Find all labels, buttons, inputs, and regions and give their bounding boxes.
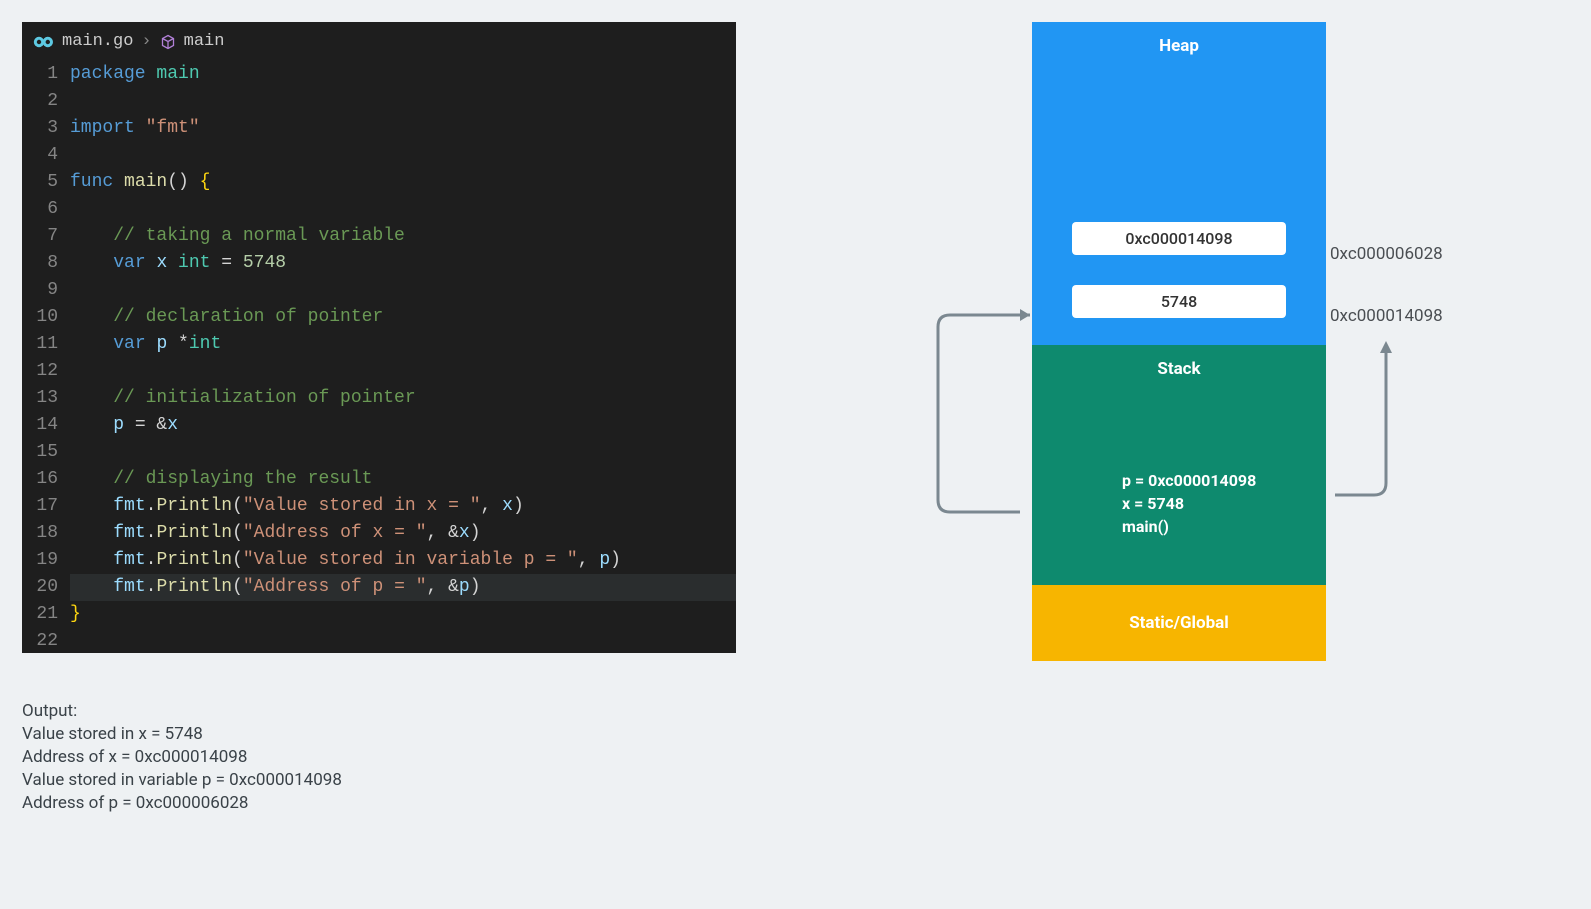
code-line: fmt.Println("Address of p = ", &p) [70,574,736,601]
code-line [70,277,736,304]
code-line: import "fmt" [70,115,736,142]
code-body: 12345678910111213141516171819202122 pack… [22,61,736,655]
breadcrumb-file: main.go [62,28,133,55]
output-line: Address of p = 0xc000006028 [22,792,342,815]
breadcrumb-symbol: main [184,28,225,55]
static-title: Static/Global [1129,613,1229,633]
heap-box-x: 5748 [1072,285,1286,318]
output-line: Value stored in variable p = 0xc00001409… [22,769,342,792]
code-line: // taking a normal variable [70,223,736,250]
line-number: 14 [22,412,58,439]
line-number: 4 [22,142,58,169]
line-number: 17 [22,493,58,520]
output-line: Address of x = 0xc000014098 [22,746,342,769]
line-number: 3 [22,115,58,142]
stack-title: Stack [1032,345,1326,379]
code-line [70,196,736,223]
symbol-box-icon [160,34,176,50]
line-number: 19 [22,547,58,574]
output-header: Output: [22,700,342,723]
breadcrumb: main.go › main [22,22,736,61]
static-section: Static/Global [1032,585,1326,661]
line-number: 18 [22,520,58,547]
stack-func: main() [1122,515,1256,538]
code-source: package main import "fmt" func main() { //… [70,61,736,655]
stack-var-p: p = 0xc000014098 [1122,469,1256,492]
stack-section: Stack p = 0xc000014098 x = 5748 main() [1032,345,1326,585]
code-line: } [70,601,736,628]
line-number: 13 [22,385,58,412]
line-number: 5 [22,169,58,196]
line-number: 11 [22,331,58,358]
code-line: p = &x [70,412,736,439]
code-line: var p *int [70,331,736,358]
code-line: // displaying the result [70,466,736,493]
stack-var-x: x = 5748 [1122,492,1256,515]
line-number: 2 [22,88,58,115]
code-line [70,628,736,655]
code-line [70,142,736,169]
line-number: 22 [22,628,58,655]
line-number: 20 [22,574,58,601]
code-line: var x int = 5748 [70,250,736,277]
stack-frame: p = 0xc000014098 x = 5748 main() [1122,469,1256,538]
line-number: 6 [22,196,58,223]
line-number: 9 [22,277,58,304]
code-line: // declaration of pointer [70,304,736,331]
line-number: 7 [22,223,58,250]
line-number: 8 [22,250,58,277]
code-line: fmt.Println("Value stored in x = ", x) [70,493,736,520]
heap-section: Heap 0xc000014098 5748 [1032,22,1326,345]
code-line: package main [70,61,736,88]
line-number: 1 [22,61,58,88]
pointer-arrow-right [1330,335,1400,515]
code-line: fmt.Println("Address of x = ", &x) [70,520,736,547]
line-number-gutter: 12345678910111213141516171819202122 [22,61,70,655]
output-line: Value stored in x = 5748 [22,723,342,746]
addr-label-x: 0xc000014098 [1330,306,1443,326]
heap-title: Heap [1032,22,1326,56]
addr-label-p: 0xc000006028 [1330,244,1443,264]
line-number: 10 [22,304,58,331]
code-line [70,88,736,115]
line-number: 15 [22,439,58,466]
line-number: 16 [22,466,58,493]
heap-box-p: 0xc000014098 [1072,222,1286,255]
code-line: fmt.Println("Value stored in variable p … [70,547,736,574]
line-number: 21 [22,601,58,628]
code-line: // initialization of pointer [70,385,736,412]
pointer-arrow-left [930,300,1040,530]
chevron-right-icon: › [141,28,151,55]
go-file-icon [32,35,54,49]
program-output: Output: Value stored in x = 5748Address … [22,700,342,815]
code-editor: main.go › main 1234567891011121314151617… [22,22,736,653]
code-line: func main() { [70,169,736,196]
code-line [70,439,736,466]
line-number: 12 [22,358,58,385]
memory-diagram: Heap 0xc000014098 5748 Stack p = 0xc0000… [1032,22,1326,661]
code-line [70,358,736,385]
